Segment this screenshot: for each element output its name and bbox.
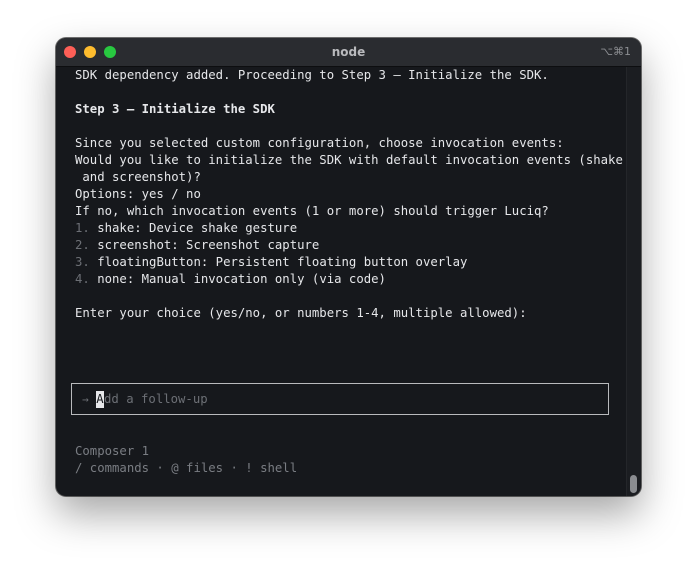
option-text: none: Manual invocation only (via code) — [89, 272, 386, 286]
option-item: 2. screenshot: Screenshot capture — [75, 237, 623, 254]
scrollbar-thumb[interactable] — [630, 475, 637, 493]
follow-up-input[interactable]: → A dd a follow-up — [71, 383, 609, 415]
option-item: 3. floatingButton: Persistent floating b… — [75, 254, 623, 271]
command-hints: / commands · @ files · ! shell — [75, 461, 298, 475]
output-line: and screenshot)? — [75, 170, 201, 184]
option-number: 3. — [75, 255, 90, 269]
model-label: Composer 1 — [75, 444, 150, 458]
option-text: floatingButton: Persistent floating butt… — [89, 255, 468, 269]
output-line: If no, which invocation events (1 or mor… — [75, 204, 549, 218]
arrow-right-icon: → — [82, 393, 89, 406]
title-bar: node ⌥⌘1 — [56, 38, 641, 67]
option-number: 1. — [75, 221, 90, 235]
option-text: screenshot: Screenshot capture — [89, 238, 320, 252]
terminal-window: node ⌥⌘1 SDK dependency added. Proceedin… — [56, 38, 641, 496]
composer-footer: Composer 1 / commands · @ files · ! shel… — [75, 443, 297, 477]
option-number: 4. — [75, 272, 90, 286]
output-line: Would you like to initialize the SDK wit… — [75, 153, 623, 167]
input-prompt: Enter your choice (yes/no, or numbers 1-… — [75, 306, 527, 320]
option-text: shake: Device shake gesture — [89, 221, 298, 235]
output-line: Options: yes / no — [75, 187, 201, 201]
step-heading: Step 3 — Initialize the SDK — [75, 102, 275, 116]
scrollbar[interactable] — [626, 67, 641, 496]
input-placeholder: dd a follow-up — [104, 392, 208, 406]
text-cursor: A — [96, 391, 104, 408]
window-shortcut: ⌥⌘1 — [600, 45, 631, 58]
window-title: node — [331, 45, 366, 59]
terminal-output: SDK dependency added. Proceeding to Step… — [75, 67, 623, 322]
option-number: 2. — [75, 238, 90, 252]
option-item: 4. none: Manual invocation only (via cod… — [75, 271, 623, 288]
status-line: SDK dependency added. Proceeding to Step… — [75, 68, 549, 82]
output-line: Since you selected custom configuration,… — [75, 136, 564, 150]
option-item: 1. shake: Device shake gesture — [75, 220, 623, 237]
